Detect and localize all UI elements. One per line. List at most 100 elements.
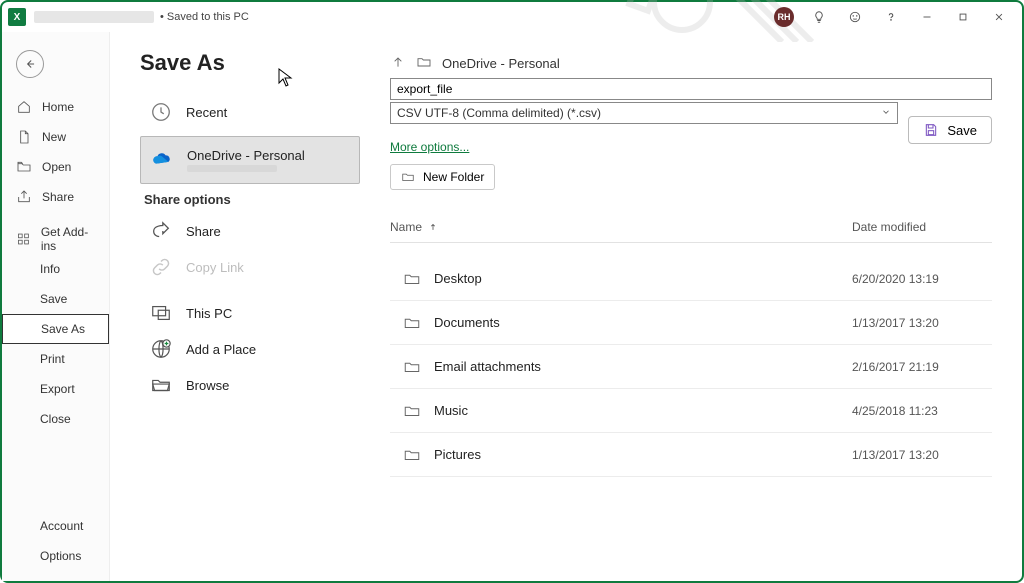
onedrive-icon — [151, 149, 173, 171]
help-icon[interactable] — [874, 3, 908, 31]
lightbulb-icon[interactable] — [802, 3, 836, 31]
nav-info-label: Info — [40, 262, 60, 276]
folder-date: 4/25/2018 11:23 — [852, 404, 992, 418]
column-name[interactable]: Name — [390, 220, 852, 234]
folder-name: Music — [434, 403, 852, 418]
new-folder-label: New Folder — [423, 170, 484, 184]
folder-item[interactable]: Pictures1/13/2017 13:20 — [390, 433, 992, 477]
folder-date: 1/13/2017 13:20 — [852, 448, 992, 462]
nav-share-label: Share — [42, 190, 74, 204]
minimize-button[interactable] — [910, 3, 944, 31]
folder-name: Pictures — [434, 447, 852, 462]
folder-date: 1/13/2017 13:20 — [852, 316, 992, 330]
location-add-place-label: Add a Place — [186, 342, 256, 357]
nav-save-label: Save — [40, 292, 67, 306]
nav-save[interactable]: Save — [2, 284, 109, 314]
folder-table-header: Name Date modified — [390, 220, 992, 243]
nav-export-label: Export — [40, 382, 75, 396]
location-this-pc[interactable]: This PC — [140, 295, 360, 331]
chevron-down-icon — [881, 106, 891, 120]
column-date-label: Date modified — [852, 220, 926, 234]
nav-home[interactable]: Home — [2, 92, 109, 122]
location-onedrive-label: OneDrive - Personal — [187, 148, 305, 164]
nav-new[interactable]: New — [2, 122, 109, 152]
clock-icon — [150, 101, 172, 123]
nav-save-as[interactable]: Save As — [2, 314, 109, 344]
folder-icon — [416, 54, 432, 73]
nav-get-addins[interactable]: Get Add-ins — [2, 224, 109, 254]
location-this-pc-label: This PC — [186, 306, 232, 321]
folder-item[interactable]: Documents1/13/2017 13:20 — [390, 301, 992, 345]
column-name-label: Name — [390, 220, 422, 234]
emoji-feedback-icon[interactable] — [838, 3, 872, 31]
current-location-label[interactable]: OneDrive - Personal — [442, 56, 560, 71]
account-avatar[interactable]: RH — [774, 7, 794, 27]
file-type-select[interactable]: CSV UTF-8 (Comma delimited) (*.csv) — [390, 102, 898, 124]
share-options-heading: Share options — [144, 192, 360, 207]
maximize-button[interactable] — [946, 3, 980, 31]
nav-info[interactable]: Info — [2, 254, 109, 284]
filename-input[interactable] — [390, 78, 992, 100]
location-recent-label: Recent — [186, 105, 227, 120]
location-add-place[interactable]: Add a Place — [140, 331, 360, 367]
share-action[interactable]: Share — [140, 213, 360, 249]
location-recent[interactable]: Recent — [140, 94, 360, 130]
nav-new-label: New — [42, 130, 66, 144]
nav-print-label: Print — [40, 352, 65, 366]
this-pc-icon — [150, 302, 172, 324]
sort-asc-icon — [428, 222, 438, 232]
folder-name: Documents — [434, 315, 852, 330]
nav-close-label: Close — [40, 412, 71, 426]
nav-save-as-label: Save As — [41, 322, 85, 336]
nav-open[interactable]: Open — [2, 152, 109, 182]
share-action-label: Share — [186, 224, 221, 239]
save-button[interactable]: Save — [908, 116, 992, 144]
document-name-placeholder — [34, 11, 154, 23]
nav-get-addins-label: Get Add-ins — [41, 225, 99, 253]
location-browse[interactable]: Browse — [140, 367, 360, 403]
app-window: X • Saved to this PC RH — [0, 0, 1024, 583]
onedrive-account-placeholder — [187, 165, 277, 172]
folder-icon — [390, 446, 434, 464]
folder-icon — [390, 314, 434, 332]
close-button[interactable] — [982, 3, 1016, 31]
share-arrow-icon — [150, 220, 172, 242]
copy-link-action: Copy Link — [140, 249, 360, 285]
save-as-page: Save As Recent OneDrive - Personal Share… — [110, 32, 1022, 581]
backstage-nav: Home New Open Share Get Add-ins Info Sav… — [2, 32, 110, 581]
folder-icon — [390, 402, 434, 420]
folder-icon — [390, 270, 434, 288]
nav-export[interactable]: Export — [2, 374, 109, 404]
nav-share[interactable]: Share — [2, 182, 109, 212]
location-onedrive[interactable]: OneDrive - Personal — [140, 136, 360, 184]
title-bar: X • Saved to this PC RH — [2, 2, 1022, 32]
folder-name: Desktop — [434, 271, 852, 286]
nav-account[interactable]: Account — [2, 511, 109, 541]
excel-app-icon: X — [8, 8, 26, 26]
folder-date: 2/16/2017 21:19 — [852, 360, 992, 374]
up-folder-icon[interactable] — [390, 54, 406, 73]
page-title: Save As — [140, 50, 360, 76]
nav-print[interactable]: Print — [2, 344, 109, 374]
location-browse-label: Browse — [186, 378, 229, 393]
folder-list: Desktop6/20/2020 13:19Documents1/13/2017… — [390, 257, 992, 477]
folder-item[interactable]: Email attachments2/16/2017 21:19 — [390, 345, 992, 389]
folder-item[interactable]: Desktop6/20/2020 13:19 — [390, 257, 992, 301]
browse-folder-icon — [150, 374, 172, 396]
nav-open-label: Open — [42, 160, 71, 174]
copy-link-label: Copy Link — [186, 260, 244, 275]
back-button[interactable] — [16, 50, 44, 78]
column-date[interactable]: Date modified — [852, 220, 992, 234]
nav-options-label: Options — [40, 549, 81, 563]
nav-options[interactable]: Options — [2, 541, 109, 571]
file-type-value: CSV UTF-8 (Comma delimited) (*.csv) — [397, 106, 601, 120]
save-button-label: Save — [947, 123, 977, 138]
nav-close[interactable]: Close — [2, 404, 109, 434]
folder-item[interactable]: Music4/25/2018 11:23 — [390, 389, 992, 433]
new-folder-button[interactable]: New Folder — [390, 164, 495, 190]
nav-home-label: Home — [42, 100, 74, 114]
more-options-link[interactable]: More options... — [390, 140, 469, 154]
folder-name: Email attachments — [434, 359, 852, 374]
link-icon — [150, 256, 172, 278]
nav-account-label: Account — [40, 519, 83, 533]
